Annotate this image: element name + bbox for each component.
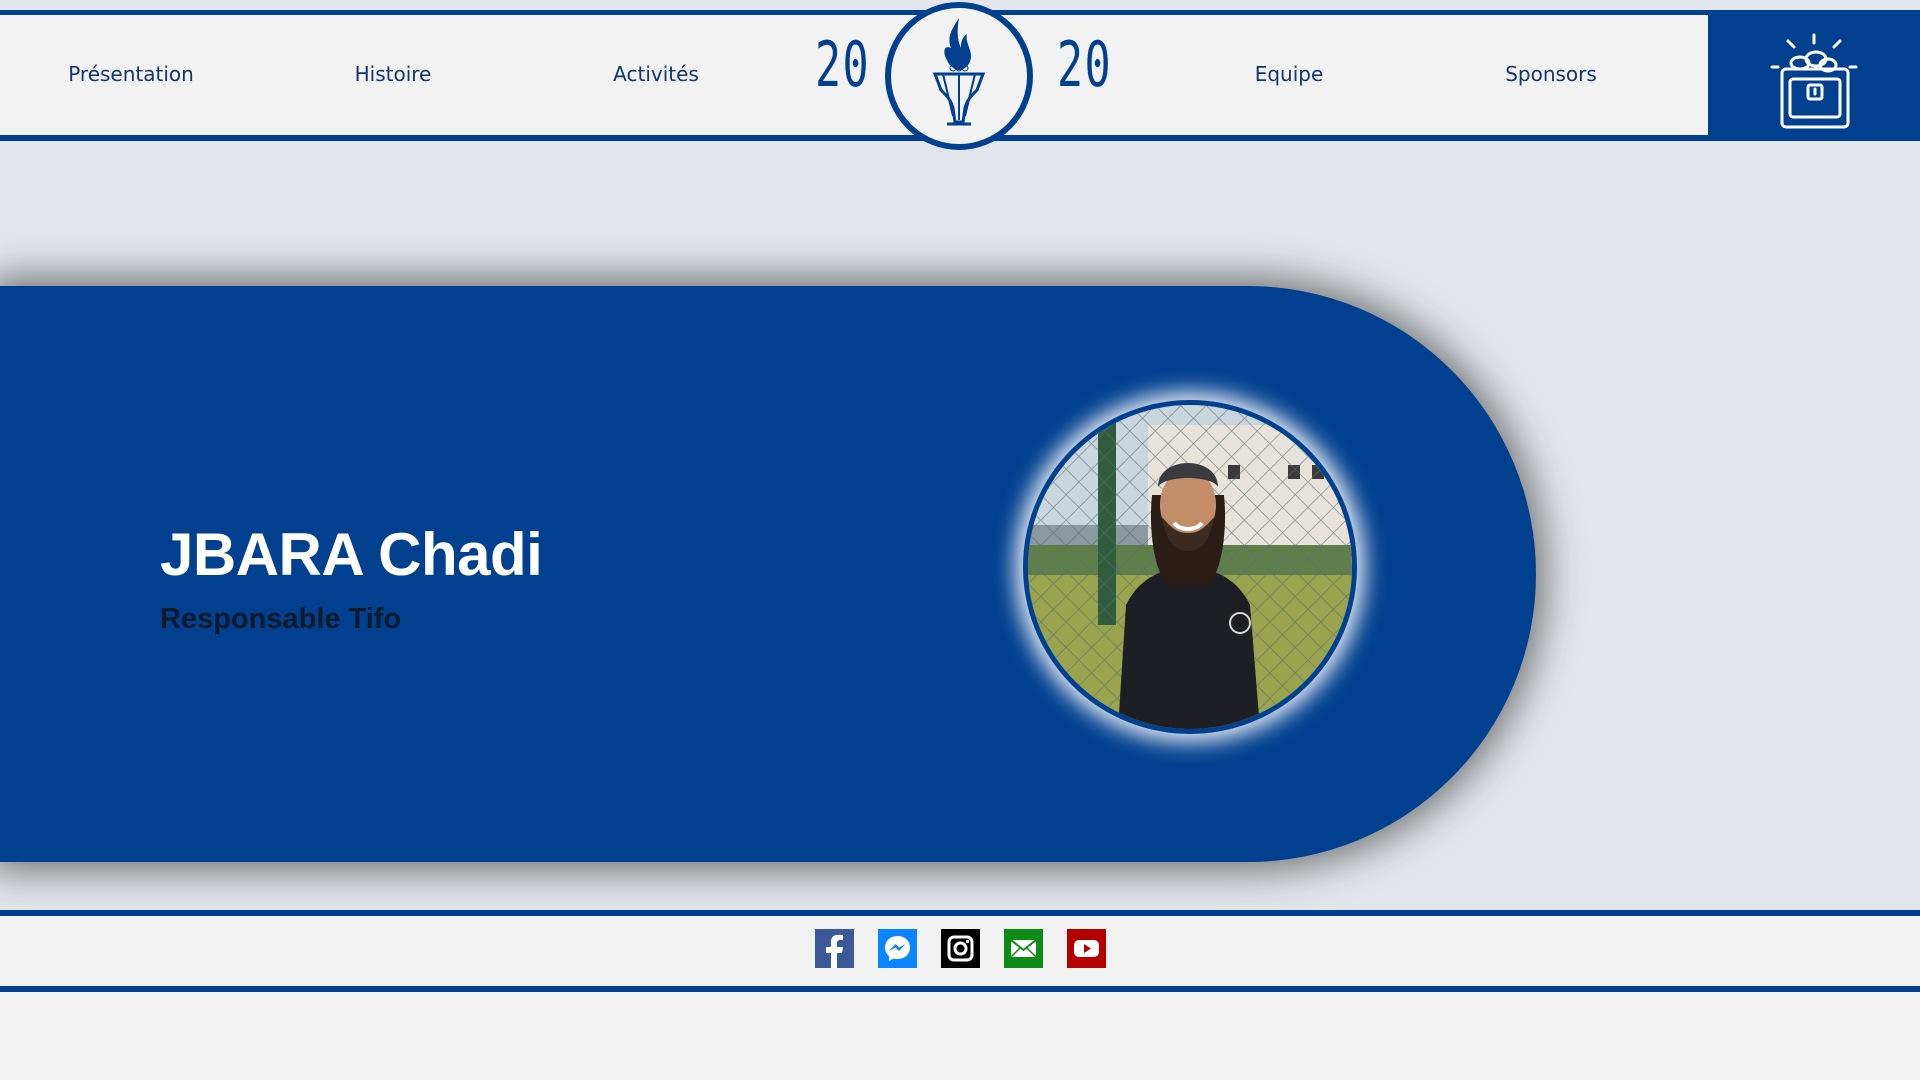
cart-button[interactable]: [1708, 15, 1920, 141]
messenger-icon: [878, 929, 917, 968]
logo-year-right: 20: [1057, 28, 1113, 101]
member-role: Responsable Tifo: [160, 603, 402, 635]
logo-year-left: 20: [815, 28, 871, 101]
youtube-link[interactable]: [1067, 929, 1106, 968]
torch-trophy-icon: [932, 18, 986, 126]
nav-activites[interactable]: Activités: [613, 62, 699, 86]
messenger-link[interactable]: [878, 929, 917, 968]
member-name: JBARA Chadi: [160, 521, 543, 588]
member-photo: [1023, 400, 1357, 734]
treasure-chest-icon: [1770, 33, 1858, 129]
facebook-icon: [815, 929, 854, 968]
member-photo-illustration: [1028, 405, 1352, 729]
nav-sponsors[interactable]: Sponsors: [1505, 62, 1597, 86]
facebook-link[interactable]: [815, 929, 854, 968]
logo-emblem[interactable]: [885, 2, 1033, 150]
page-bottom: [0, 992, 1920, 1080]
nav-histoire[interactable]: Histoire: [355, 62, 432, 86]
instagram-link[interactable]: [941, 929, 980, 968]
nav-equipe[interactable]: Equipe: [1255, 62, 1324, 86]
email-icon: [1004, 929, 1043, 968]
nav-presentation[interactable]: Présentation: [68, 62, 194, 86]
email-link[interactable]: [1004, 929, 1043, 968]
youtube-icon: [1067, 929, 1106, 968]
instagram-icon: [941, 929, 980, 968]
